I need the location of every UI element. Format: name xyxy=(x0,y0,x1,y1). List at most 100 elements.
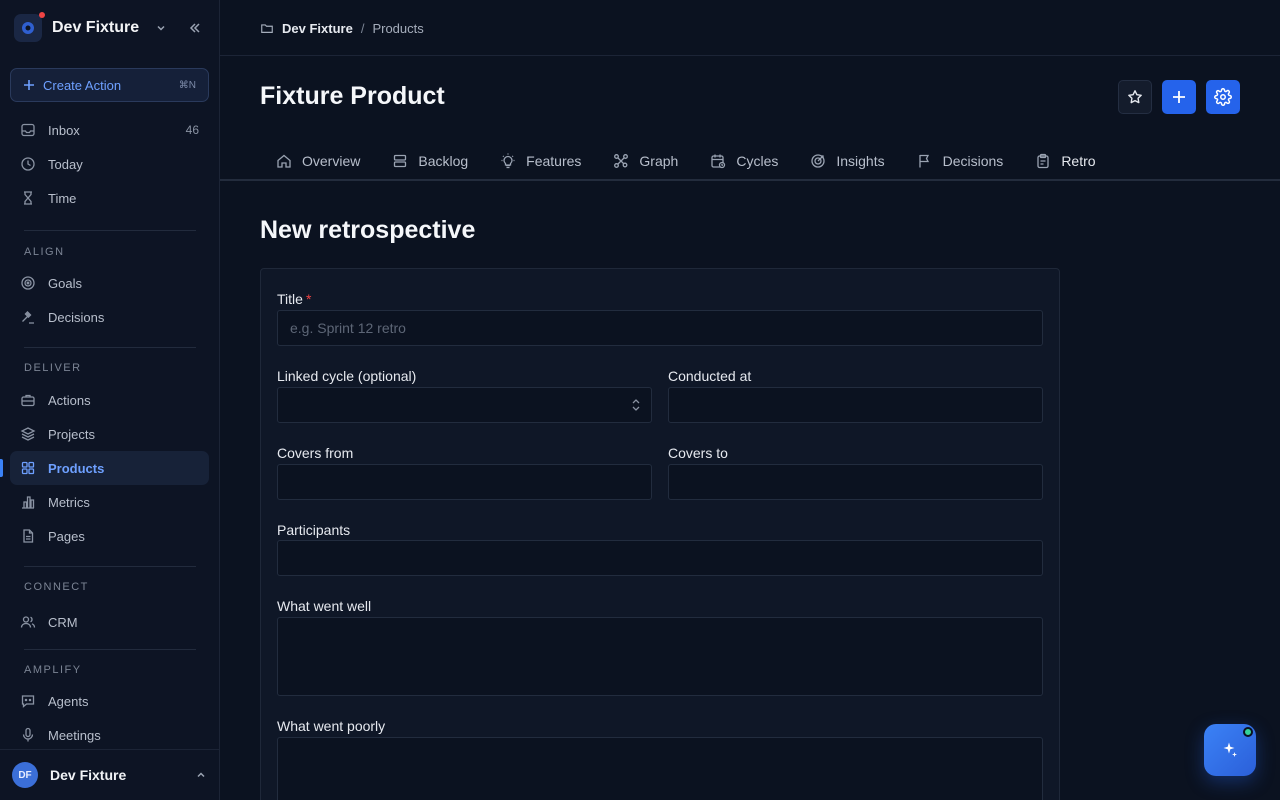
section-label-deliver: DELIVER xyxy=(24,362,82,374)
file-icon xyxy=(23,529,34,543)
nav-connect: CONNECT CRM xyxy=(10,577,209,639)
target-icon xyxy=(21,276,35,290)
tab-label: Retro xyxy=(1061,153,1096,169)
sidebar-item-label: Goals xyxy=(48,275,82,291)
sidebar-item-goals[interactable]: Goals xyxy=(10,266,209,300)
tab-retro[interactable]: Retro xyxy=(1019,142,1112,181)
layers-icon xyxy=(20,427,36,441)
went-poorly-label: What went poorly xyxy=(277,718,386,734)
conducted-at-input[interactable] xyxy=(668,387,1043,423)
retrospective-form: Title* Linked cycle (optional) Conducted… xyxy=(260,268,1060,800)
section-label-amplify: AMPLIFY xyxy=(24,664,82,676)
workspace-switcher[interactable]: Dev Fixture xyxy=(0,0,219,56)
flag-icon xyxy=(918,154,929,168)
section-label-align: ALIGN xyxy=(24,246,65,258)
sidebar-item-inbox[interactable]: Inbox 46 xyxy=(10,113,209,147)
avatar: DF xyxy=(12,762,38,788)
tab-label: Decisions xyxy=(942,153,1004,169)
create-action-shortcut: ⌘N xyxy=(178,79,196,91)
microphone-icon xyxy=(22,727,34,742)
title-label: Title * xyxy=(277,291,311,307)
sidebar-item-products[interactable]: Products xyxy=(0,451,209,485)
users-icon xyxy=(20,616,36,628)
participants-label: Participants xyxy=(277,522,351,538)
folder-icon xyxy=(261,24,273,33)
title-input[interactable] xyxy=(277,310,1043,346)
collapse-sidebar-icon[interactable] xyxy=(185,18,205,38)
tabs-divider xyxy=(220,179,1280,181)
sidebar-divider xyxy=(24,347,196,348)
stack-icon xyxy=(394,154,407,168)
participants-input[interactable] xyxy=(277,540,1043,576)
covers-from-label: Covers from xyxy=(277,445,354,461)
nav-amplify: AMPLIFY Agents Meetings xyxy=(10,660,209,752)
breadcrumb-separator: / xyxy=(360,20,365,36)
required-marker: * xyxy=(305,291,312,307)
sidebar-divider xyxy=(24,649,196,650)
calendar-icon xyxy=(711,154,726,169)
tab-insights[interactable]: Insights xyxy=(794,142,900,180)
breadcrumb-workspace[interactable]: Dev Fixture xyxy=(282,21,353,36)
tab-cycles[interactable]: Cycles xyxy=(694,142,794,180)
create-action-button[interactable]: Create Action ⌘N xyxy=(10,68,209,102)
covers-to-input[interactable] xyxy=(668,464,1043,500)
create-action-label: Create Action xyxy=(43,77,122,93)
tab-label: Backlog xyxy=(418,153,469,169)
sidebar-item-label: Products xyxy=(48,460,105,476)
tab-graph[interactable]: Graph xyxy=(597,142,694,180)
online-status-dot xyxy=(1243,727,1253,737)
sidebar-item-projects[interactable]: Projects xyxy=(10,417,209,451)
sidebar-item-today[interactable]: Today xyxy=(10,147,209,181)
nav-deliver: DELIVER Actions Projects Products Metric… xyxy=(0,358,209,553)
sidebar-item-label: Decisions xyxy=(48,309,105,325)
briefcase-icon xyxy=(21,394,35,407)
bar-chart-icon xyxy=(22,496,35,509)
sidebar-item-actions[interactable]: Actions xyxy=(10,383,209,417)
form-heading: New retrospective xyxy=(260,216,476,244)
star-icon xyxy=(1128,90,1142,104)
sidebar: Dev Fixture Create Action ⌘N Inbox 46 To… xyxy=(0,0,220,800)
sidebar-item-time[interactable]: Time xyxy=(10,181,209,215)
tab-decisions[interactable]: Decisions xyxy=(901,142,1020,180)
went-well-label: What went well xyxy=(277,598,372,614)
ai-assistant-button[interactable] xyxy=(1204,724,1256,776)
inbox-count: 46 xyxy=(185,123,199,137)
chat-bot-icon xyxy=(21,695,35,708)
settings-button[interactable] xyxy=(1206,80,1240,114)
active-indicator xyxy=(0,459,3,477)
sidebar-item-label: Agents xyxy=(48,693,89,709)
plus-icon xyxy=(1173,91,1185,103)
tab-overview[interactable]: Overview xyxy=(260,142,376,180)
grid-icon xyxy=(21,461,35,475)
favorite-button[interactable] xyxy=(1118,80,1152,114)
tab-label: Features xyxy=(526,153,582,169)
user-menu[interactable]: DF Dev Fixture xyxy=(0,749,219,800)
chevron-down-icon[interactable] xyxy=(151,18,171,38)
went-poorly-textarea[interactable] xyxy=(277,737,1043,800)
hourglass-icon xyxy=(24,191,32,205)
linked-cycle-select[interactable] xyxy=(277,387,652,423)
sidebar-item-pages[interactable]: Pages xyxy=(10,519,209,553)
breadcrumb-current[interactable]: Products xyxy=(372,21,423,36)
tab-label: Cycles xyxy=(736,153,779,169)
workspace-name: Dev Fixture xyxy=(52,19,140,36)
tab-label: Graph xyxy=(639,153,679,169)
product-tabs: Overview Backlog Features Graph Cycles I… xyxy=(260,142,1112,181)
sidebar-item-label: Today xyxy=(48,156,83,172)
chevron-up-icon[interactable] xyxy=(195,769,207,781)
home-icon xyxy=(277,154,291,168)
tab-backlog[interactable]: Backlog xyxy=(376,142,484,180)
target-icon xyxy=(811,154,826,168)
went-well-textarea[interactable] xyxy=(277,617,1043,696)
sidebar-item-meetings[interactable]: Meetings xyxy=(10,718,209,752)
covers-to-label: Covers to xyxy=(668,445,728,461)
title-label-text: Title xyxy=(277,291,303,307)
sidebar-item-label: Time xyxy=(48,190,77,206)
add-button[interactable] xyxy=(1162,80,1196,114)
sidebar-item-decisions[interactable]: Decisions xyxy=(10,300,209,334)
covers-from-input[interactable] xyxy=(277,464,652,500)
sidebar-item-agents[interactable]: Agents xyxy=(10,684,209,718)
sidebar-item-crm[interactable]: CRM xyxy=(10,605,209,639)
tab-features[interactable]: Features xyxy=(484,142,597,180)
sidebar-item-metrics[interactable]: Metrics xyxy=(10,485,209,519)
